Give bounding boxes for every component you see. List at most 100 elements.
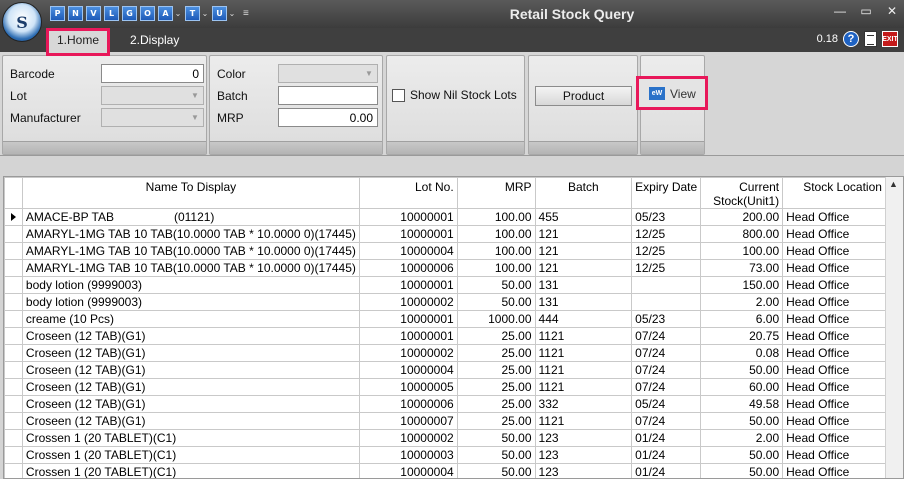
row-header[interactable] (4, 429, 23, 447)
table-cell[interactable]: Crossen 1 (20 TABLET)(C1) (21, 446, 360, 464)
table-cell[interactable]: 10000001 (358, 327, 458, 345)
table-cell[interactable]: 05/23 (631, 310, 702, 328)
table-row[interactable]: body lotion (9999003) 10000002 50.00 131 2.0… (4, 293, 903, 311)
table-row[interactable]: Croseen (12 TAB)(G1) 10000007 25.00 1121 07/… (4, 412, 903, 430)
table-cell[interactable]: AMARYL-1MG TAB 10 TAB(10.0000 TAB * 10.0… (21, 259, 360, 277)
table-cell[interactable]: 10000001 (358, 208, 458, 226)
table-cell[interactable]: 12/25 (631, 242, 702, 260)
table-cell[interactable]: 10000001 (358, 225, 458, 243)
table-cell[interactable]: Crossen 1 (20 TABLET)(C1) (21, 463, 360, 478)
row-header[interactable] (4, 395, 23, 413)
table-cell[interactable]: 50.00 (456, 293, 536, 311)
row-header[interactable] (4, 327, 23, 345)
document-icon[interactable] (864, 31, 877, 47)
table-cell[interactable]: 50.00 (700, 463, 784, 478)
table-cell[interactable]: 10000006 (358, 259, 458, 277)
quick-access-button[interactable]: O (140, 5, 155, 22)
table-cell[interactable]: 50.00 (700, 361, 784, 379)
chevron-down-icon[interactable]: ⌄ (201, 9, 209, 18)
table-cell[interactable]: 07/24 (631, 344, 702, 362)
table-row[interactable]: AMACE-BP TAB (01121) 10000001 100.00 455 05/… (4, 208, 903, 226)
table-cell[interactable]: 50.00 (456, 276, 536, 294)
table-cell[interactable]: 800.00 (700, 225, 784, 243)
tab-display[interactable]: 2.Display (122, 28, 187, 52)
chevron-down-icon[interactable]: ⌄ (228, 9, 236, 18)
table-cell[interactable]: 12/25 (631, 225, 702, 243)
table-cell[interactable]: Crossen 1 (20 TABLET)(C1) (21, 429, 360, 447)
table-cell[interactable]: 10000006 (358, 395, 458, 413)
table-cell[interactable]: Croseen (12 TAB)(G1) (21, 378, 360, 396)
table-cell[interactable]: 50.00 (700, 412, 784, 430)
table-cell[interactable]: 100.00 (456, 225, 536, 243)
table-cell[interactable]: 150.00 (700, 276, 784, 294)
table-cell[interactable]: 131 (534, 293, 633, 311)
table-cell[interactable]: 1000.00 (456, 310, 536, 328)
vertical-scrollbar[interactable]: ▲ (885, 177, 903, 478)
table-cell[interactable]: 50.00 (456, 429, 536, 447)
table-cell[interactable]: 455 (534, 208, 633, 226)
row-header[interactable] (4, 293, 23, 311)
table-cell[interactable]: body lotion (9999003) (21, 276, 360, 294)
table-cell[interactable]: 25.00 (456, 395, 536, 413)
table-cell[interactable]: 05/24 (631, 395, 702, 413)
table-cell[interactable]: 123 (534, 446, 633, 464)
table-cell[interactable]: 10000004 (358, 361, 458, 379)
row-header[interactable] (4, 361, 23, 379)
column-header-lot[interactable]: Lot No. (358, 177, 458, 209)
table-cell[interactable]: 131 (534, 276, 633, 294)
table-cell[interactable]: Croseen (12 TAB)(G1) (21, 327, 360, 345)
table-cell[interactable]: Croseen (12 TAB)(G1) (21, 344, 360, 362)
table-cell[interactable]: 50.00 (456, 446, 536, 464)
table-cell[interactable]: 1121 (534, 361, 633, 379)
row-header[interactable] (4, 344, 23, 362)
table-cell[interactable]: 100.00 (456, 259, 536, 277)
table-cell[interactable]: 01/24 (631, 446, 702, 464)
table-cell[interactable]: 60.00 (700, 378, 784, 396)
table-cell[interactable]: 25.00 (456, 412, 536, 430)
minimize-icon[interactable]: — (834, 4, 846, 18)
table-row[interactable]: AMARYL-1MG TAB 10 TAB(10.0000 TAB * 10.0… (4, 225, 903, 243)
column-header-expiry[interactable]: Expiry Date (631, 177, 702, 209)
table-cell[interactable]: 121 (534, 259, 633, 277)
table-cell[interactable]: 07/24 (631, 361, 702, 379)
stock-grid[interactable]: Name To Display Lot No. MRP Batch Expiry… (3, 176, 904, 479)
row-header[interactable] (4, 242, 23, 260)
table-row[interactable]: Crossen 1 (20 TABLET)(C1) 10000004 50.00 12… (4, 463, 903, 478)
barcode-input[interactable] (101, 64, 204, 83)
quick-access-button[interactable]: N (68, 5, 83, 22)
column-header-mrp[interactable]: MRP (456, 177, 536, 209)
product-button[interactable]: Product (535, 86, 632, 106)
row-header[interactable] (4, 378, 23, 396)
table-cell[interactable]: 2.00 (700, 429, 784, 447)
table-cell[interactable]: 49.58 (700, 395, 784, 413)
column-header-name[interactable]: Name To Display (21, 177, 360, 209)
table-row[interactable]: AMARYL-1MG TAB 10 TAB(10.0000 TAB * 10.0… (4, 259, 903, 277)
table-cell[interactable]: 25.00 (456, 344, 536, 362)
table-cell[interactable]: 123 (534, 463, 633, 478)
table-cell[interactable]: 123 (534, 429, 633, 447)
table-cell[interactable]: 10000001 (358, 276, 458, 294)
table-cell[interactable]: 01/24 (631, 429, 702, 447)
row-header[interactable] (4, 446, 23, 464)
table-cell[interactable]: 10000002 (358, 429, 458, 447)
table-cell[interactable]: 05/23 (631, 208, 702, 226)
help-icon[interactable]: ? (843, 31, 859, 47)
table-row[interactable]: creame (10 Pcs) 10000001 1000.00 444 05/23 6.… (4, 310, 903, 328)
column-header-stock[interactable]: Current Stock(Unit1) (700, 177, 784, 209)
table-cell[interactable]: 50.00 (700, 446, 784, 464)
table-row[interactable]: Crossen 1 (20 TABLET)(C1) 10000003 50.00 12… (4, 446, 903, 464)
table-cell[interactable]: Croseen (12 TAB)(G1) (21, 412, 360, 430)
table-cell[interactable]: body lotion (9999003) (21, 293, 360, 311)
table-row[interactable]: body lotion (9999003) 10000001 50.00 131 150… (4, 276, 903, 294)
batch-input[interactable] (278, 86, 378, 105)
table-cell[interactable]: 10000001 (358, 310, 458, 328)
quick-access-button[interactable]: A ⌄ (158, 5, 182, 22)
table-cell[interactable]: 121 (534, 225, 633, 243)
table-cell[interactable]: 332 (534, 395, 633, 413)
table-cell[interactable]: 6.00 (700, 310, 784, 328)
table-cell[interactable]: 100.00 (456, 208, 536, 226)
table-row[interactable]: Croseen (12 TAB)(G1) 10000005 25.00 1121 07/… (4, 378, 903, 396)
table-row[interactable]: Croseen (12 TAB)(G1) 10000001 25.00 1121 07/… (4, 327, 903, 345)
table-cell[interactable]: 25.00 (456, 327, 536, 345)
table-cell[interactable]: 2.00 (700, 293, 784, 311)
